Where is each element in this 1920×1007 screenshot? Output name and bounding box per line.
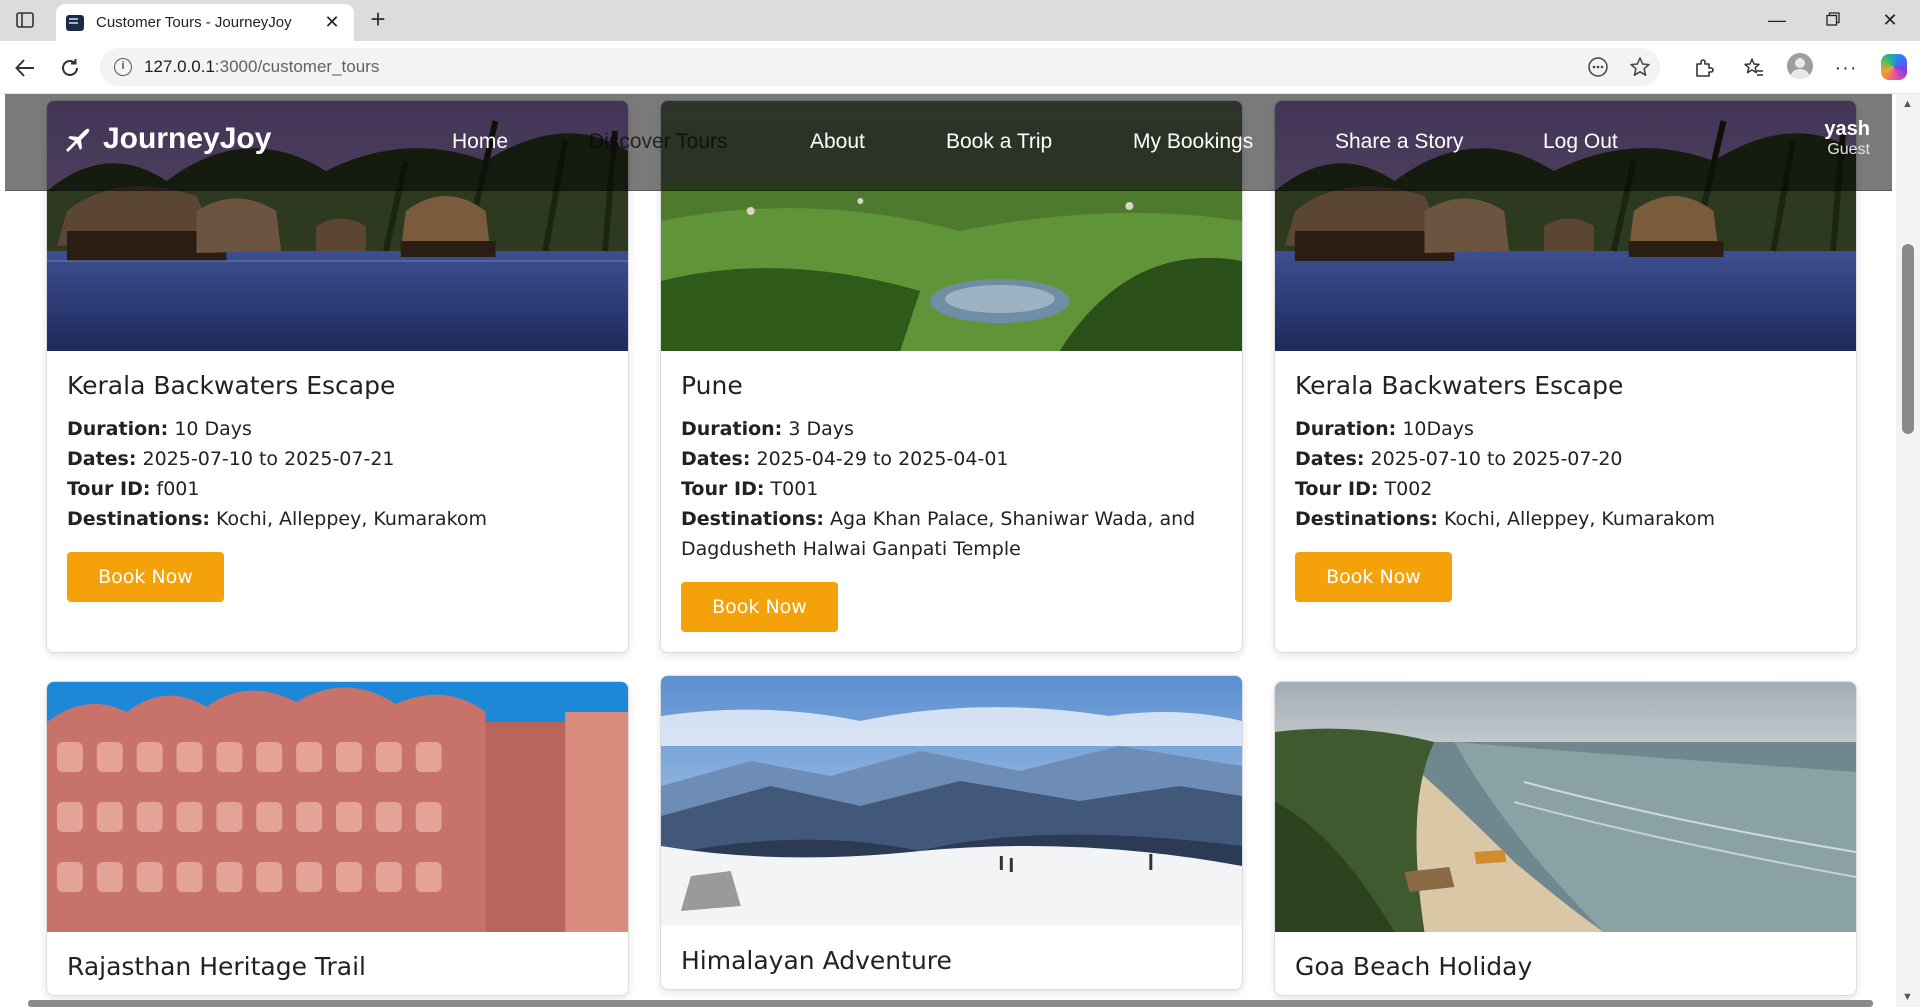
tour-id-label: Tour ID: — [67, 478, 151, 500]
favorite-star-icon[interactable] — [1629, 56, 1651, 78]
destinations-label: Destinations: — [67, 508, 210, 530]
favorites-icon[interactable] — [1739, 53, 1769, 83]
tour-id-value: T001 — [770, 478, 819, 500]
destinations-label: Destinations: — [1295, 508, 1438, 530]
tour-title: Kerala Backwaters Escape — [1295, 371, 1624, 400]
tab-favicon-icon — [66, 14, 84, 31]
tour-card: Goa Beach Holiday — [1274, 681, 1857, 996]
tour-card: Himalayan Adventure — [660, 675, 1243, 990]
tour-id-label: Tour ID: — [681, 478, 765, 500]
extensions-icon[interactable] — [1689, 53, 1719, 83]
more-options-icon[interactable]: ··· — [1831, 53, 1861, 83]
scroll-down-icon[interactable]: ▼ — [1902, 991, 1913, 1003]
book-now-button[interactable]: Book Now — [1295, 552, 1452, 602]
tour-duration: Duration: 10 Days — [67, 414, 608, 444]
tour-image-beach — [1275, 682, 1856, 932]
dates-value: 2025-04-29 to 2025-04-01 — [756, 448, 1009, 470]
tour-destinations: Destinations: Kochi, Alleppey, Kumarakom — [1295, 504, 1836, 534]
tour-id-label: Tour ID: — [1295, 478, 1379, 500]
nav-home[interactable]: Home — [452, 130, 508, 154]
tour-duration: Duration: 10Days — [1295, 414, 1836, 444]
tour-id-value: T002 — [1384, 478, 1433, 500]
scrollbar-thumb[interactable] — [1902, 244, 1914, 434]
book-now-button[interactable]: Book Now — [681, 582, 838, 632]
restore-icon[interactable] — [1818, 8, 1848, 32]
dates-value: 2025-07-10 to 2025-07-20 — [1370, 448, 1623, 470]
close-window-icon[interactable]: ✕ — [1875, 8, 1905, 32]
nav-about[interactable]: About — [810, 130, 865, 154]
tour-destinations: Destinations: Kochi, Alleppey, Kumarakom — [67, 504, 608, 534]
browser-toolbar: i 127.0.0.1:3000/customer_tours ··· — [0, 41, 1920, 94]
tour-image-palace — [47, 682, 628, 932]
nav-discover-tours[interactable]: Discover Tours — [589, 130, 728, 154]
tour-card: Rajasthan Heritage Trail — [46, 681, 629, 996]
vertical-scrollbar[interactable]: ▲ ▼ — [1896, 94, 1920, 1007]
back-icon[interactable] — [10, 53, 40, 83]
book-now-button[interactable]: Book Now — [67, 552, 224, 602]
duration-value: 3 Days — [788, 418, 854, 440]
nav-my-bookings[interactable]: My Bookings — [1133, 130, 1253, 154]
tour-duration: Duration: 3 Days — [681, 414, 1222, 444]
reader-mode-icon[interactable] — [1587, 56, 1609, 78]
tour-dates: Dates: 2025-07-10 to 2025-07-20 — [1295, 444, 1836, 474]
tab-title: Customer Tours - JourneyJoy — [96, 14, 292, 31]
tour-image-snow-mountains — [661, 676, 1242, 926]
copilot-icon[interactable] — [1881, 54, 1907, 80]
scroll-up-icon[interactable]: ▲ — [1902, 98, 1913, 110]
duration-label: Duration: — [1295, 418, 1397, 440]
site-info-icon[interactable]: i — [114, 58, 132, 76]
tour-title: Rajasthan Heritage Trail — [67, 952, 366, 981]
minimize-icon[interactable]: — — [1762, 8, 1792, 32]
tour-title: Goa Beach Holiday — [1295, 952, 1533, 981]
dates-label: Dates: — [1295, 448, 1365, 470]
destinations-value: Kochi, Alleppey, Kumarakom — [1444, 508, 1716, 530]
url-host: 127.0.0.1 — [144, 57, 215, 76]
url-path: :3000/customer_tours — [214, 57, 380, 76]
page-viewport: Kerala Backwaters Escape Duration: 10 Da… — [0, 94, 1896, 1007]
horizontal-scrollbar[interactable] — [28, 1000, 1873, 1007]
tour-id: Tour ID: T002 — [1295, 474, 1836, 504]
duration-value: 10 Days — [174, 418, 252, 440]
tour-destinations: Destinations: Aga Khan Palace, Shaniwar … — [681, 504, 1222, 564]
nav-share-a-story[interactable]: Share a Story — [1335, 130, 1463, 154]
dates-label: Dates: — [67, 448, 137, 470]
tour-title: Himalayan Adventure — [681, 946, 952, 975]
profile-avatar[interactable] — [1787, 53, 1813, 79]
tour-dates: Dates: 2025-07-10 to 2025-07-21 — [67, 444, 608, 474]
site-navbar: JourneyJoy Home Discover Tours About Boo… — [5, 94, 1892, 191]
tour-id: Tour ID: T001 — [681, 474, 1222, 504]
sidebar-toggle-icon[interactable] — [14, 9, 36, 31]
tab-close-icon[interactable]: ✕ — [322, 12, 342, 33]
dates-value: 2025-07-10 to 2025-07-21 — [142, 448, 395, 470]
tour-id: Tour ID: f001 — [67, 474, 608, 504]
nav-log-out[interactable]: Log Out — [1543, 130, 1618, 154]
user-role: Guest — [1827, 141, 1870, 158]
address-bar[interactable]: i 127.0.0.1:3000/customer_tours — [100, 48, 1660, 86]
destinations-label: Destinations: — [681, 508, 824, 530]
new-tab-icon[interactable]: + — [364, 6, 392, 34]
dates-label: Dates: — [681, 448, 751, 470]
duration-label: Duration: — [67, 418, 169, 440]
tour-title: Kerala Backwaters Escape — [67, 371, 396, 400]
user-name: yash — [1824, 118, 1870, 140]
destinations-value: Kochi, Alleppey, Kumarakom — [216, 508, 488, 530]
brand-logo[interactable]: JourneyJoy — [63, 122, 271, 156]
duration-value: 10Days — [1402, 418, 1474, 440]
tour-title: Pune — [681, 371, 743, 400]
tour-dates: Dates: 2025-04-29 to 2025-04-01 — [681, 444, 1222, 474]
browser-titlebar: Customer Tours - JourneyJoy ✕ + — ✕ — [0, 0, 1920, 41]
airplane-icon — [66, 128, 90, 152]
tour-id-value: f001 — [156, 478, 200, 500]
user-info: yash Guest — [1824, 118, 1870, 159]
reload-icon[interactable] — [55, 53, 85, 83]
browser-tab[interactable]: Customer Tours - JourneyJoy ✕ — [56, 4, 354, 41]
brand-name: JourneyJoy — [103, 122, 272, 155]
nav-book-a-trip[interactable]: Book a Trip — [946, 130, 1052, 154]
duration-label: Duration: — [681, 418, 783, 440]
